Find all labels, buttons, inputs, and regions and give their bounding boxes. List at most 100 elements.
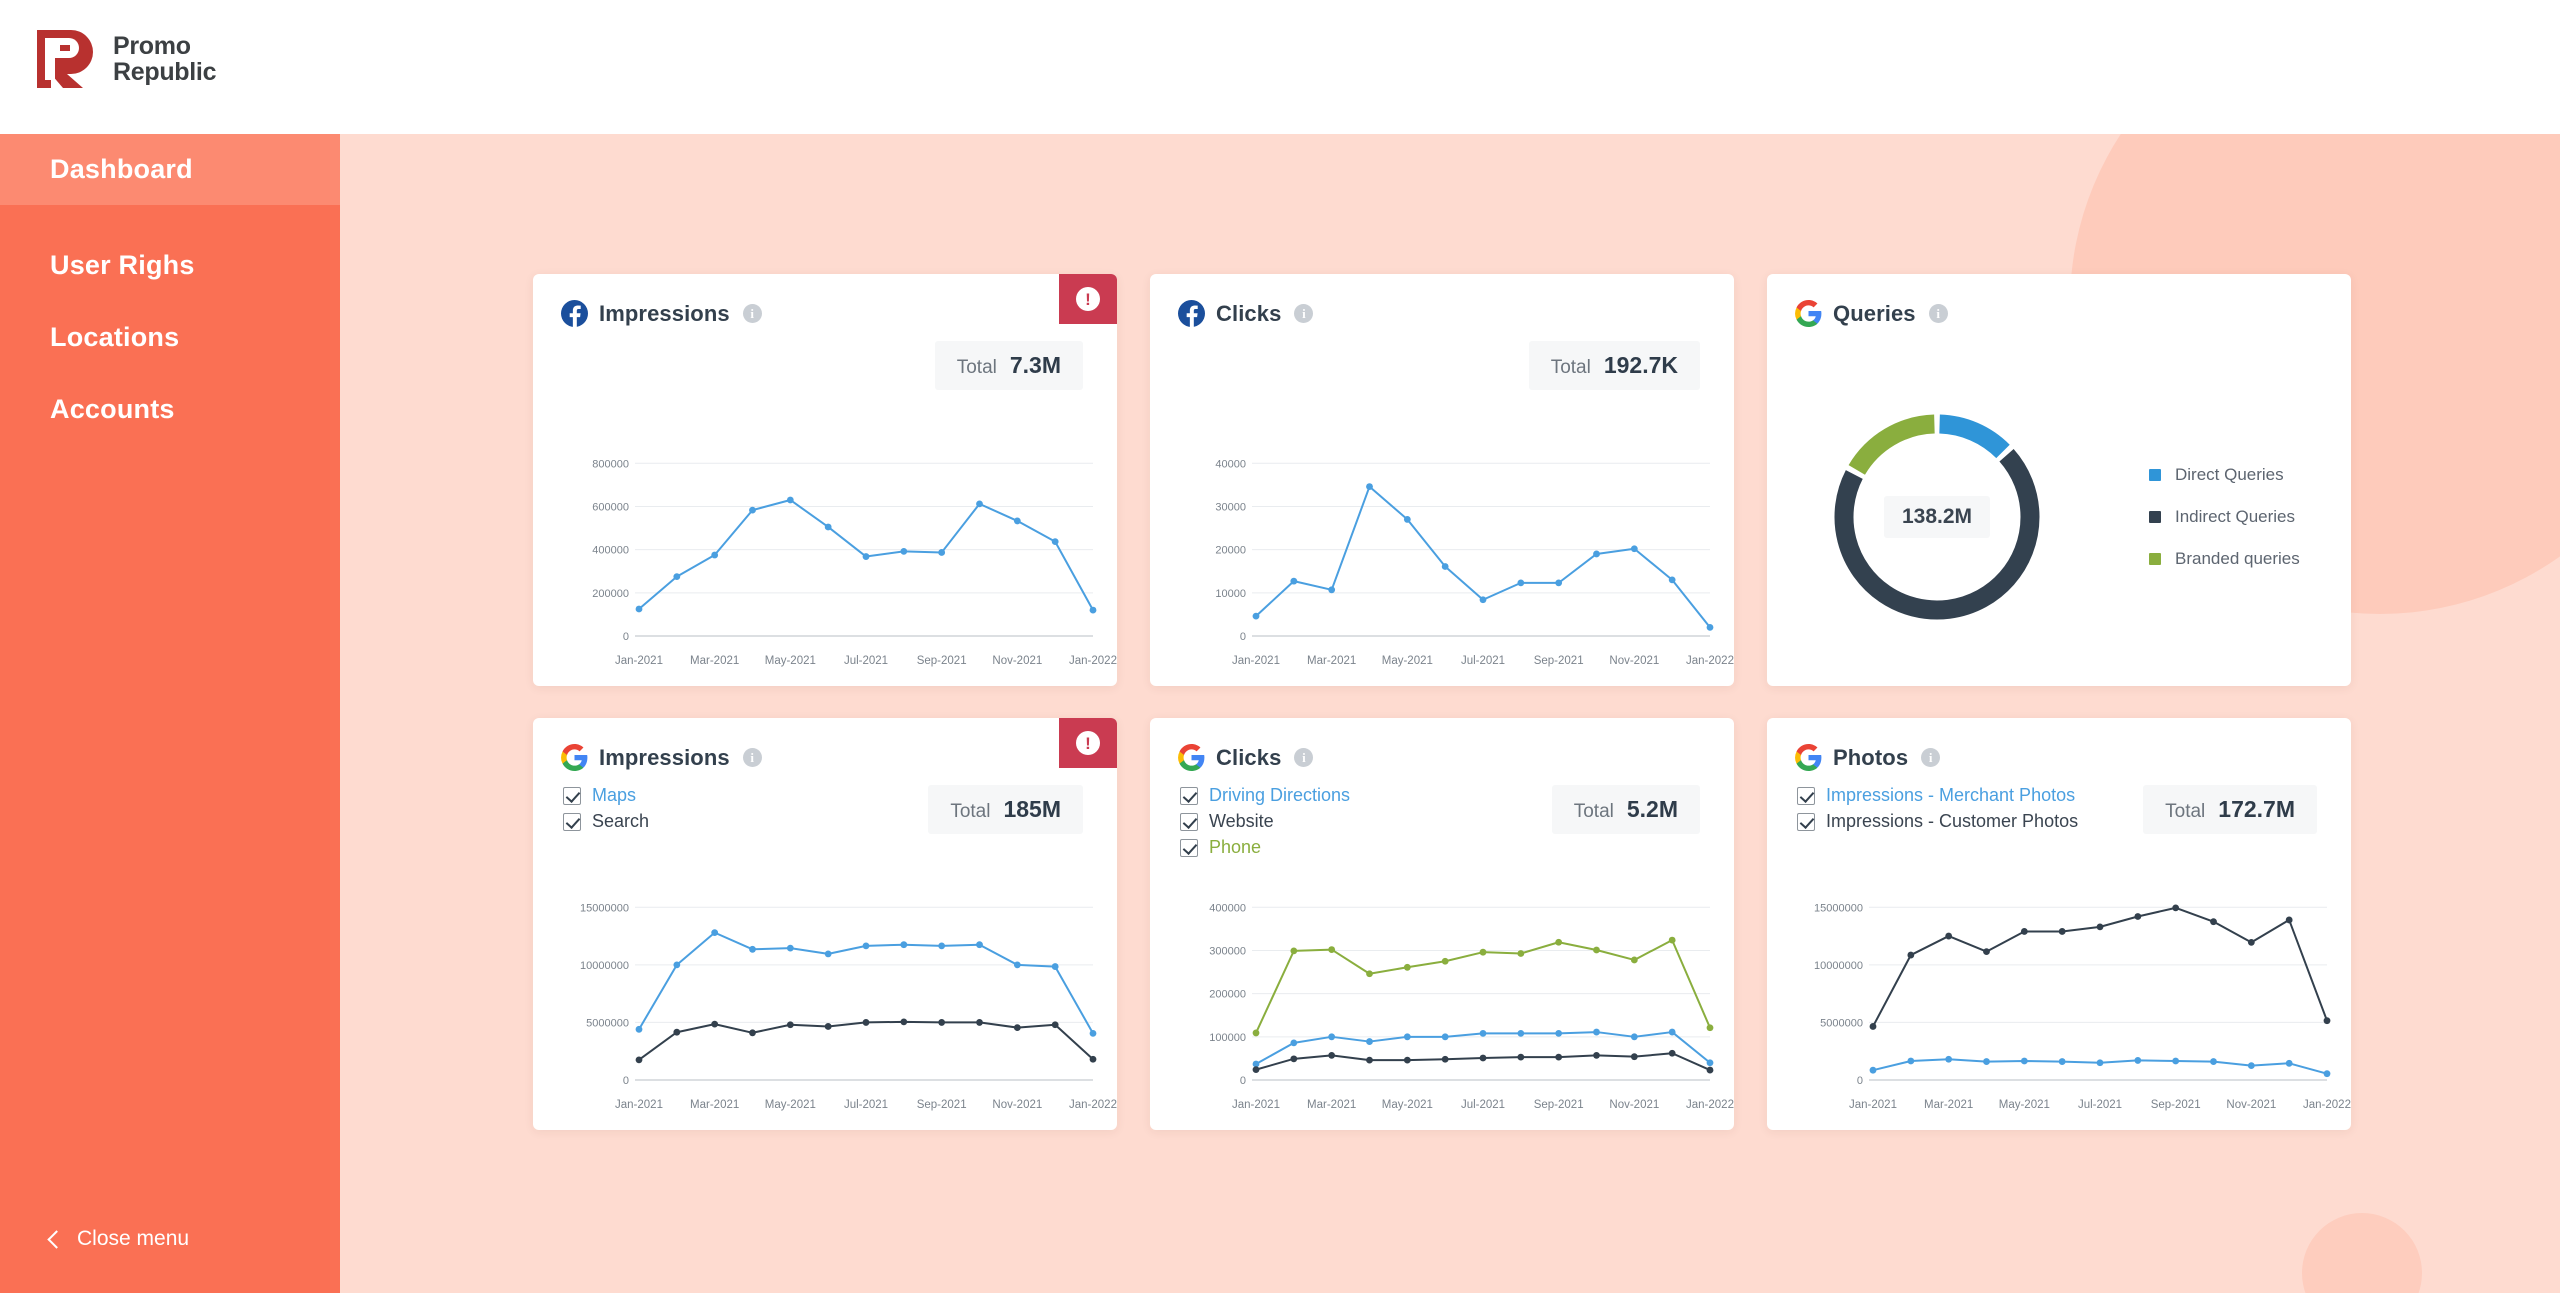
checkbox-icon[interactable]	[1797, 786, 1815, 805]
svg-text:0: 0	[623, 1075, 629, 1087]
checkbox-merchant-photos[interactable]: Impressions - Merchant Photos	[1797, 785, 2078, 806]
chevron-left-icon	[47, 1229, 66, 1249]
card-header: Photos i	[1767, 718, 2351, 771]
close-menu-button[interactable]: Close menu	[47, 1227, 189, 1251]
svg-text:Jan-2022: Jan-2022	[1686, 655, 1734, 667]
logo-mark-icon	[37, 30, 93, 88]
decorative-circle-bottom	[2302, 1213, 2422, 1293]
total-badge: Total 172.7M	[2143, 785, 2317, 834]
legend-item-branded-queries[interactable]: Branded queries	[2149, 549, 2300, 569]
sidebar-item-accounts[interactable]: Accounts	[0, 374, 340, 445]
info-icon[interactable]: i	[1294, 748, 1314, 767]
checkbox-icon[interactable]	[1180, 838, 1198, 857]
series-checkbox-group: Impressions - Merchant Photos Impression…	[1797, 785, 2078, 832]
card-google-clicks: Clicks i Driving Directions Website Phon…	[1150, 718, 1734, 1130]
checkbox-icon[interactable]	[1180, 786, 1198, 805]
checkbox-website[interactable]: Website	[1180, 811, 1350, 832]
legend-item-indirect-queries[interactable]: Indirect Queries	[2149, 507, 2300, 527]
svg-text:200000: 200000	[1209, 989, 1246, 1001]
svg-text:Nov-2021: Nov-2021	[1609, 655, 1659, 667]
info-icon[interactable]: i	[742, 748, 762, 767]
line-chart-google-photos: 0 5000000 10000000 15000000 Jan-2021 Mar-2021…	[1767, 868, 2351, 1130]
svg-text:10000000: 10000000	[1814, 960, 1863, 972]
card-subrow: Impressions - Merchant Photos Impression…	[1767, 771, 2351, 834]
checkbox-icon[interactable]	[563, 786, 581, 805]
checkbox-label: Search	[592, 811, 650, 831]
total-value: 7.3M	[1009, 352, 1061, 378]
svg-text:Sep-2021: Sep-2021	[917, 1099, 967, 1111]
checkbox-phone[interactable]: Phone	[1180, 837, 1350, 858]
line-chart-google-clicks: 0 100000 200000 300000 400000 Jan-2021 Mar-202…	[1150, 868, 1734, 1130]
checkbox-customer-photos[interactable]: Impressions - Customer Photos	[1797, 811, 2078, 832]
svg-text:10000000: 10000000	[580, 960, 629, 972]
sidebar-item-dashboard[interactable]: Dashboard	[0, 134, 340, 205]
svg-text:Sep-2021: Sep-2021	[917, 655, 967, 667]
svg-text:Jan-2022: Jan-2022	[1686, 1099, 1734, 1111]
card-title: Photos	[1833, 744, 1909, 770]
svg-text:Mar-2021: Mar-2021	[1924, 1099, 1973, 1111]
chart-svg: 0 10000 20000 30000 40000 Jan-2021 Mar-2021 May…	[1215, 458, 1734, 667]
card-subrow: Total 192.7K	[1150, 327, 1734, 390]
info-icon[interactable]: i	[1294, 304, 1314, 323]
card-header: Clicks i	[1150, 718, 1734, 771]
legend-swatch-icon	[2149, 511, 2161, 523]
card-header: Impressions i	[533, 718, 1117, 771]
google-icon	[561, 744, 588, 771]
info-icon[interactable]: i	[742, 304, 762, 323]
svg-text:30000: 30000	[1215, 501, 1246, 513]
svg-text:0: 0	[1240, 1075, 1246, 1087]
total-value: 172.7M	[2218, 796, 2295, 822]
donut-chart-queries: 138.2M Direct Queries Indirect Queries B…	[1767, 352, 2351, 682]
top-bar: Promo Republic	[0, 0, 2560, 134]
warning-icon: !	[1076, 287, 1100, 311]
sidebar-item-user-righs[interactable]: User Righs	[0, 230, 340, 301]
total-label: Total	[1573, 801, 1614, 822]
card-subrow: Total 7.3M	[533, 327, 1117, 390]
svg-text:Jul-2021: Jul-2021	[1461, 655, 1505, 667]
chart-svg: 0 5000000 10000000 15000000 Jan-2021 Mar-2021…	[1814, 902, 2351, 1111]
svg-text:200000: 200000	[592, 588, 629, 600]
checkbox-maps[interactable]: Maps	[563, 785, 649, 806]
sidebar: Dashboard User Righs Locations Accounts …	[0, 134, 340, 1293]
total-badge: Total 192.7K	[1528, 341, 1700, 390]
sidebar-item-locations[interactable]: Locations	[0, 302, 340, 373]
promorepublic-logo[interactable]: Promo Republic	[33, 26, 216, 92]
card-subrow: Maps Search Total 185M	[533, 771, 1117, 834]
total-value: 192.7K	[1603, 352, 1678, 378]
info-icon[interactable]: i	[1921, 748, 1941, 767]
card-title: Queries	[1833, 300, 1916, 326]
legend-label: Direct Queries	[2175, 465, 2284, 484]
card-title: Impressions	[599, 300, 730, 326]
donut-center-value: 138.2M	[1883, 496, 1991, 538]
card-header: Impressions i	[533, 274, 1117, 327]
svg-text:20000: 20000	[1215, 545, 1246, 557]
svg-text:Jul-2021: Jul-2021	[2078, 1099, 2122, 1111]
warning-badge[interactable]: !	[1059, 274, 1117, 324]
info-icon[interactable]: i	[1928, 304, 1948, 323]
total-value: 185M	[1003, 796, 1061, 822]
svg-text:400000: 400000	[1209, 902, 1246, 914]
checkbox-icon[interactable]	[1797, 812, 1815, 831]
svg-text:Jan-2022: Jan-2022	[2303, 1099, 2351, 1111]
svg-text:Jul-2021: Jul-2021	[844, 1099, 888, 1111]
svg-text:May-2021: May-2021	[765, 1099, 816, 1111]
checkbox-icon[interactable]	[563, 812, 581, 831]
sidebar-item-label: Dashboard	[50, 154, 193, 184]
checkbox-icon[interactable]	[1180, 812, 1198, 831]
svg-text:15000000: 15000000	[580, 902, 629, 914]
main-canvas: ! Impressions i Total 7.3M 0 200000 4000…	[340, 134, 2560, 1293]
card-title: Impressions	[599, 744, 730, 770]
card-facebook-clicks: Clicks i Total 192.7K 0 10000 20000 30000 40…	[1150, 274, 1734, 686]
checkbox-search[interactable]: Search	[563, 811, 649, 832]
card-grid: ! Impressions i Total 7.3M 0 200000 4000…	[533, 274, 2351, 1130]
svg-text:Jan-2021: Jan-2021	[1232, 655, 1280, 667]
total-badge: Total 5.2M	[1551, 785, 1700, 834]
total-badge: Total 185M	[928, 785, 1083, 834]
warning-icon: !	[1076, 731, 1100, 755]
legend-item-direct-queries[interactable]: Direct Queries	[2149, 465, 2300, 485]
checkbox-driving-directions[interactable]: Driving Directions	[1180, 785, 1350, 806]
svg-text:Jan-2022: Jan-2022	[1069, 1099, 1117, 1111]
checkbox-label: Website	[1209, 811, 1274, 831]
warning-badge[interactable]: !	[1059, 718, 1117, 768]
svg-text:0: 0	[623, 631, 629, 643]
